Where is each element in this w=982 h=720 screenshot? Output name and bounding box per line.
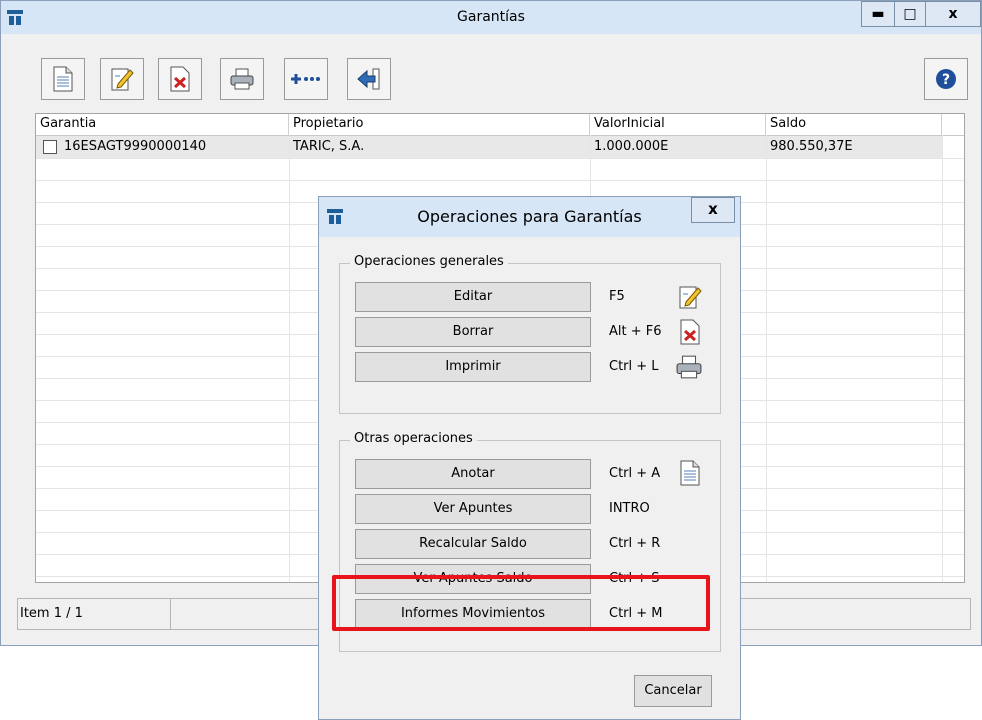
delete-shortcut: Alt + F6 [609,324,662,339]
edit-op-button[interactable]: Editar [355,282,591,312]
delete-icon [680,319,700,345]
grid-column-line [942,135,943,582]
group-general: Operaciones generales Editar F5 Borrar A… [339,254,721,414]
grid-line [36,158,964,159]
svg-text:?: ? [942,72,950,88]
column-header-propietario[interactable]: Propietario [289,114,590,135]
highlight-box [332,575,710,631]
print-op-button[interactable]: Imprimir [355,352,591,382]
recalculate-balance-op-button[interactable]: Recalcular Saldo [355,529,591,559]
edit-icon [111,68,134,91]
recalculate-balance-shortcut: Ctrl + R [609,536,661,551]
column-header-garantia[interactable]: Garantia [36,114,289,135]
help-icon: ? [936,69,956,89]
edit-icon [679,286,702,309]
back-button[interactable] [347,58,391,100]
row-checkbox[interactable] [40,136,60,158]
new-document-icon [680,460,700,486]
column-header-saldo[interactable]: Saldo [766,114,942,135]
back-icon [357,68,380,90]
minimize-button[interactable]: ▬ [861,1,895,27]
operations-dialog: Operaciones para Garantías x Operaciones… [318,196,741,720]
window-title: Garantías [457,9,525,25]
maximize-button[interactable]: □ [894,1,926,27]
delete-button[interactable] [158,58,202,100]
group-general-label: Operaciones generales [350,254,508,269]
edit-shortcut: F5 [609,289,625,304]
grid-line [36,180,964,181]
annotate-op-button[interactable]: Anotar [355,459,591,489]
annotate-shortcut: Ctrl + A [609,466,661,481]
cell-propietario: TARIC, S.A. [293,139,365,154]
more-button[interactable] [284,58,328,100]
table-row[interactable]: 16ESAGT9990000140 TARIC, S.A. 1.000.000E… [36,136,942,158]
grid-column-line [766,135,767,582]
view-entries-shortcut: INTRO [609,501,650,516]
print-icon [230,68,254,90]
cancel-button[interactable]: Cancelar [634,675,712,707]
help-button[interactable]: ? [924,58,968,100]
group-other-label: Otras operaciones [350,431,477,446]
more-icon [291,74,320,84]
cell-saldo: 980.550,37E [770,139,853,154]
print-shortcut: Ctrl + L [609,359,659,374]
dialog-title-bar: Operaciones para Garantías x [319,197,740,237]
new-button[interactable] [41,58,85,100]
title-bar: Garantías ▬ □ x [1,1,981,34]
cell-garantia: 16ESAGT9990000140 [64,139,207,154]
dialog-title: Operaciones para Garantías [417,207,642,226]
view-entries-op-button[interactable]: Ver Apuntes [355,494,591,524]
delete-op-button[interactable]: Borrar [355,317,591,347]
column-header-valor-inicial[interactable]: ValorInicial [590,114,766,135]
table-header: Garantia Propietario ValorInicial Saldo [36,114,964,136]
status-item-count: Item 1 / 1 [20,606,83,621]
dialog-body: Operaciones generales Editar F5 Borrar A… [321,237,738,719]
edit-button[interactable] [100,58,144,100]
new-document-icon [53,66,73,92]
delete-icon [170,66,190,92]
close-button[interactable]: x [925,1,981,27]
dialog-close-button[interactable]: x [691,197,735,223]
print-button[interactable] [220,58,264,100]
print-icon [676,355,702,379]
grid-column-line [289,135,290,582]
cell-valor-inicial: 1.000.000E [594,139,669,154]
